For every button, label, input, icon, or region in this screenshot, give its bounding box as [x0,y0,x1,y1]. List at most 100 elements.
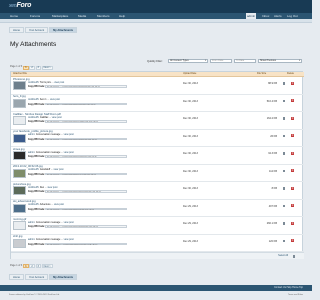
attachments-table: Attached File Upload Date File Size Dele… [10,71,304,260]
nav-alerts[interactable]: Alerts [274,14,282,19]
bbcode-field[interactable]: [ATTACH=full]4 - ...content/attachments/… [45,137,128,141]
bbcode-field[interactable]: [ATTACH=full]2 - ...content/attachments/… [45,102,128,106]
copy-bbcode-label: Copy BB Code: [28,243,45,246]
attachment-thumbnail[interactable] [13,116,26,125]
nav-logout[interactable]: Log Out [287,14,298,19]
attachment-thumbnail[interactable] [13,203,26,213]
select-all-label[interactable]: Select All [278,254,288,258]
uploader-link[interactable]: admin [28,133,35,136]
attachment-thumbnail[interactable] [13,133,26,143]
view-post-link[interactable]: view post [64,238,74,241]
next-page-button[interactable]: Next > [41,65,53,70]
uploader-link[interactable]: rockfire45 [28,186,39,189]
to-date-input[interactable]: To Date [234,58,256,64]
view-post-link[interactable]: view post [52,116,62,119]
uploader-link[interactable]: admin [28,238,35,241]
table-row: hero_9.jpg rockfire45: hero 1 ... view po… [11,95,304,112]
uploader-link[interactable]: admin [28,151,35,154]
bbcode-field[interactable]: [ATTACH=full]10 - ...content/attachments… [45,242,128,246]
attachment-context: rockfire45: Tom's pics ... view post [28,80,65,84]
delete-icon[interactable]: ✕ [291,204,294,208]
nav-members[interactable]: Members [97,14,110,19]
period-select[interactable]: Show Previous [258,58,302,64]
attachment-thumbnail[interactable] [13,81,26,90]
attachment-thumbnail[interactable] [13,151,26,160]
breadcrumb-home[interactable]: Home [9,27,24,33]
view-post-link[interactable]: view post [64,133,74,136]
page-3-button[interactable]: 3 [35,264,41,269]
select-checkbox[interactable] [282,152,285,155]
bbcode-field[interactable]: [ATTACH=full]7 - ...content/attachments/… [45,190,128,193]
bbcode-field[interactable]: [ATTACH=full]9 - ...content/attachments/… [45,225,128,228]
select-checkbox[interactable] [282,239,285,243]
select-checkbox[interactable] [282,204,285,208]
select-checkbox[interactable] [282,99,285,103]
delete-icon[interactable]: ✕ [291,186,294,190]
uploader-link[interactable]: rockfire45 [28,116,39,119]
view-post-link[interactable]: view post [50,98,60,101]
page-3-button[interactable]: 3 [35,65,41,70]
page-2-button[interactable]: 2 [29,65,35,70]
select-all-checkbox[interactable] [292,255,295,258]
select-checkbox[interactable] [282,222,285,225]
delete-icon[interactable]: ✕ [291,81,294,85]
nav-home[interactable]: Home [10,14,18,19]
uploader-link[interactable]: rockfire45 [28,203,39,206]
view-post-link[interactable]: view post [47,186,57,189]
attachment-thumbnail[interactable] [13,168,26,178]
view-post-link[interactable]: view post [64,151,74,154]
delete-icon[interactable]: ✕ [291,116,294,120]
view-post-link[interactable]: view post [54,168,64,171]
page-2-button[interactable]: 2 [29,264,35,269]
footer-links[interactable]: Contact Us Help Home Top [274,286,303,290]
delete-icon[interactable]: ✕ [291,239,294,243]
file-size: 497 KB [268,204,277,208]
delete-icon[interactable]: ✕ [291,151,294,155]
nav-forums[interactable]: Forums [30,14,40,19]
uploader-link[interactable]: rockfire45 [28,168,39,171]
attachment-context: admin: Conversation message ... view pos… [28,220,74,224]
content-type-select[interactable]: All Content Types [168,58,208,64]
view-post-link[interactable]: view post [54,203,64,206]
select-checkbox[interactable] [282,82,285,85]
nav-help[interactable]: Help [119,14,125,19]
terms-link[interactable]: Terms and Rules [288,294,303,296]
bbcode-field[interactable]: [ATTACH=full]6 - ...content/attachments/… [45,172,128,176]
bbcode-field[interactable]: [ATTACH=full]8 - ...content/attachments/… [45,207,128,211]
attachment-thumbnail[interactable] [13,221,26,230]
attachment-thumbnail[interactable] [13,186,26,195]
page-1-button[interactable]: 1 [23,264,29,269]
site-logo[interactable]: xenForo [9,2,31,10]
page-title: My Attachments [10,41,57,48]
bbcode-field[interactable]: [ATTACH=full]1 - ...content/attachments/… [45,85,128,88]
breadcrumb-my-attachments[interactable]: My Attachments [49,27,78,33]
from-date-input[interactable]: From Date [210,58,232,64]
breadcrumb-home[interactable]: Home [9,274,24,280]
delete-icon[interactable]: ✕ [291,99,294,103]
attachment-thumbnail[interactable] [13,98,26,108]
attachment-thumbnail[interactable] [13,238,26,248]
nav-marketplace[interactable]: Marketplace [52,14,68,19]
breadcrumb-my-attachments[interactable]: My Attachments [49,274,78,280]
breadcrumb-your-account[interactable]: Your Account [24,27,49,33]
select-checkbox[interactable] [282,117,285,120]
view-post-link[interactable]: view post [54,81,64,84]
select-checkbox[interactable] [282,169,285,173]
uploader-link[interactable]: rockfire45 [28,81,39,84]
nav-inbox[interactable]: Inbox [262,14,269,19]
select-checkbox[interactable] [282,187,285,190]
attachment-description: Adventure [39,203,51,207]
uploader-link[interactable]: rockfire45 [28,98,39,101]
bbcode-field[interactable]: [ATTACH=full]3 - ...content/attachments/… [45,120,128,123]
page-1-button[interactable]: 1 [23,65,29,70]
delete-icon[interactable]: ✕ [291,169,294,173]
view-post-link[interactable]: view post [64,221,74,224]
select-checkbox[interactable] [282,134,285,138]
uploader-link[interactable]: admin [28,221,35,224]
nav-media[interactable]: Media [78,14,86,19]
breadcrumb-your-account[interactable]: Your Account [24,274,49,280]
delete-icon[interactable]: ✕ [291,221,294,225]
delete-icon[interactable]: ✕ [291,134,294,138]
next-page-button[interactable]: Next > [41,264,53,269]
bbcode-field[interactable]: [ATTACH=full]5 - ...content/attachments/… [45,155,128,158]
